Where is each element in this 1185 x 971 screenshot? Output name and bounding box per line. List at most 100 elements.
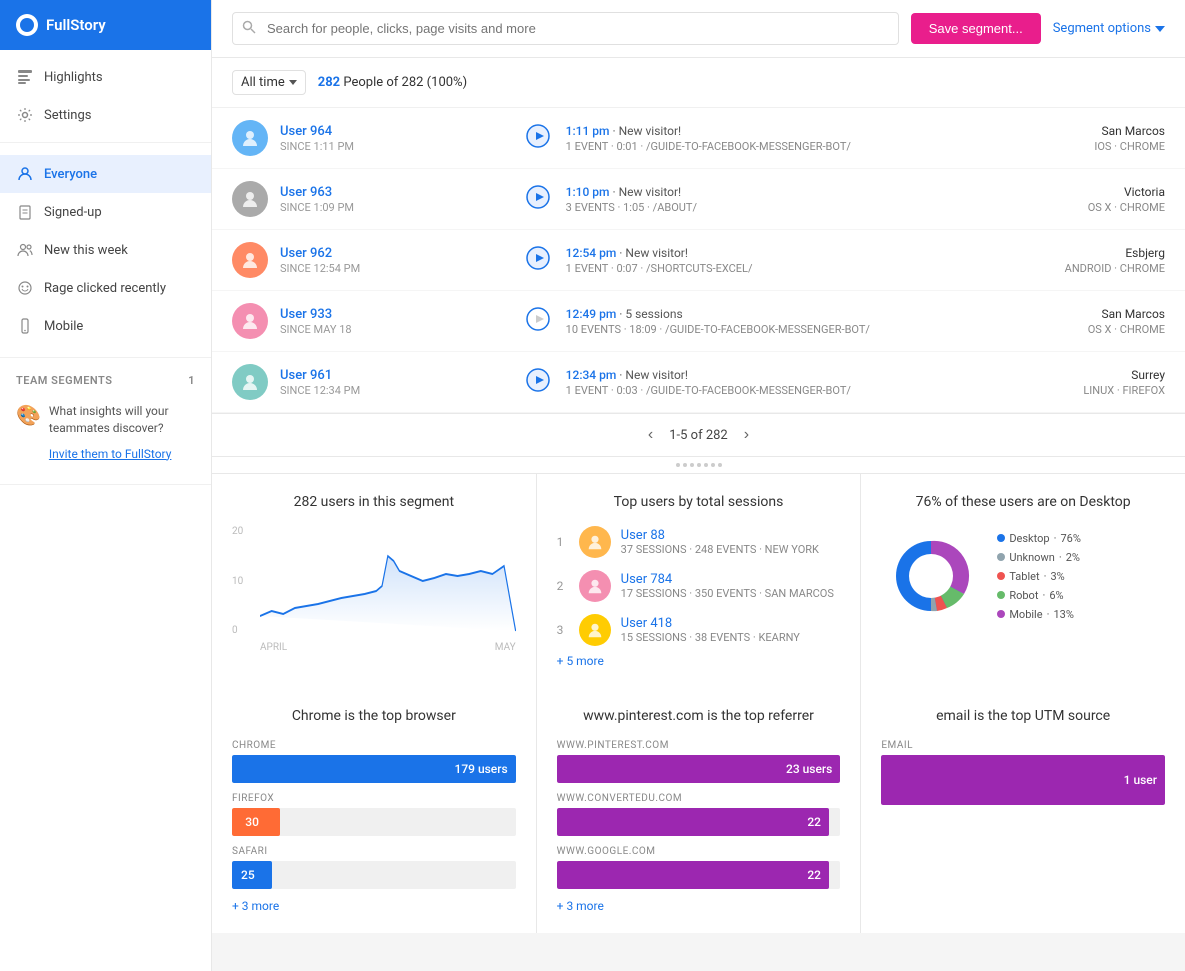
segment-options-button[interactable]: Segment options xyxy=(1053,21,1165,36)
browser-bar-firefox: FIREFOX 30 xyxy=(232,793,516,836)
content-area: All time 282 People of 282 (100%) User 9… xyxy=(212,58,1185,971)
sidebar-item-everyone[interactable]: Everyone xyxy=(0,155,211,193)
pie-chart-wrap: Desktop · 76% Unknown · 2% Tablet · 3% xyxy=(881,526,1165,626)
topbar: Save segment... Segment options xyxy=(212,0,1185,58)
user-session: 12:49 pm · 5 sessions 10 EVENTS · 18:09 … xyxy=(566,307,1025,336)
play-button[interactable] xyxy=(526,185,550,213)
browser-bar-chrome: CHROME 179 users xyxy=(232,740,516,783)
team-invite-block: 🎨 What insights will your teammates disc… xyxy=(0,393,211,472)
avatar xyxy=(232,303,268,339)
utm-title: email is the top UTM source xyxy=(881,708,1165,724)
table-row[interactable]: User 963 SINCE 1:09 PM 1:10 pm · New vis… xyxy=(212,169,1185,230)
settings-icon xyxy=(16,106,34,124)
table-row[interactable]: User 964 SINCE 1:11 PM 1:11 pm · New vis… xyxy=(212,108,1185,169)
top-users-card: Top users by total sessions 1 User 88 37… xyxy=(537,474,861,688)
prev-page-button[interactable]: ‹ xyxy=(648,426,653,444)
device-card: 76% of these users are on Desktop xyxy=(861,474,1185,688)
top-users-more[interactable]: + 5 more xyxy=(557,654,841,668)
referrer-bar-convertedu: WWW.CONVERTEDU.COM 22 xyxy=(557,793,841,836)
app-title: FullStory xyxy=(46,16,106,34)
list-item[interactable]: 1 User 88 37 SESSIONS · 248 EVENTS · NEW… xyxy=(557,526,841,558)
user-session: 1:11 pm · New visitor! 1 EVENT · 0:01 · … xyxy=(566,124,1025,153)
user-list: User 964 SINCE 1:11 PM 1:11 pm · New vis… xyxy=(212,108,1185,414)
analytics-row1: 282 users in this segment 20 10 0 xyxy=(212,474,1185,688)
top-users-title: Top users by total sessions xyxy=(557,494,841,510)
list-item[interactable]: 3 User 418 15 SESSIONS · 38 EVENTS · KEA… xyxy=(557,614,841,646)
time-filter[interactable]: All time xyxy=(232,70,306,95)
sidebar-segments-section: Everyone Signed-up New this week Rage cl… xyxy=(0,143,211,358)
browser-card: Chrome is the top browser CHROME 179 use… xyxy=(212,688,536,933)
mobile-label: Mobile xyxy=(44,319,83,334)
mobile-icon xyxy=(16,317,34,335)
user-session: 1:10 pm · New visitor! 3 EVENTS · 1:05 ·… xyxy=(566,185,1025,214)
play-button[interactable] xyxy=(526,246,550,274)
avatar xyxy=(232,181,268,217)
sidebar-settings-label: Settings xyxy=(44,108,91,123)
line-chart xyxy=(260,526,516,636)
search-input[interactable] xyxy=(232,12,899,45)
sidebar-item-rage-clicked[interactable]: Rage clicked recently xyxy=(0,269,211,307)
people-count: 282 People of 282 (100%) xyxy=(318,75,467,90)
rage-icon xyxy=(16,279,34,297)
everyone-label: Everyone xyxy=(44,167,97,182)
table-row[interactable]: User 962 SINCE 12:54 PM 12:54 pm · New v… xyxy=(212,230,1185,291)
list-item[interactable]: 2 User 784 17 SESSIONS · 350 EVENTS · SA… xyxy=(557,570,841,602)
sidebar-item-settings[interactable]: Settings xyxy=(0,96,211,134)
user-info: User 963 SINCE 1:09 PM xyxy=(280,185,510,214)
utm-card: email is the top UTM source EMAIL 1 user xyxy=(861,688,1185,933)
drag-handle[interactable] xyxy=(212,457,1185,474)
pie-legend: Desktop · 76% Unknown · 2% Tablet · 3% xyxy=(997,532,1081,621)
user-info: User 933 SINCE MAY 18 xyxy=(280,307,510,336)
team-invite-text: What insights will your teammates discov… xyxy=(49,403,195,437)
play-button[interactable] xyxy=(526,307,550,335)
sidebar-item-highlights[interactable]: Highlights xyxy=(0,58,211,96)
browser-title: Chrome is the top browser xyxy=(232,708,516,724)
signed-up-label: Signed-up xyxy=(44,205,102,220)
user-session: 12:34 pm · New visitor! 1 EVENT · 0:03 ·… xyxy=(566,368,1025,397)
play-button[interactable] xyxy=(526,124,550,152)
user-info: User 962 SINCE 12:54 PM xyxy=(280,246,510,275)
fullstory-logo xyxy=(16,14,38,36)
pagination: ‹ 1-5 of 282 › xyxy=(212,414,1185,457)
rage-clicked-label: Rage clicked recently xyxy=(44,281,166,296)
sidebar-header: FullStory xyxy=(0,0,211,50)
sidebar-item-signed-up[interactable]: Signed-up xyxy=(0,193,211,231)
sidebar-item-new-this-week[interactable]: New this week xyxy=(0,231,211,269)
team-segments-label: TEAM SEGMENTS xyxy=(16,374,112,387)
referrer-bar-google: WWW.GOOGLE.COM 22 xyxy=(557,846,841,889)
segment-count-title: 282 users in this segment xyxy=(232,494,516,510)
user-info: User 964 SINCE 1:11 PM xyxy=(280,124,510,153)
user-info: User 961 SINCE 12:34 PM xyxy=(280,368,510,397)
top-user-list: 1 User 88 37 SESSIONS · 248 EVENTS · NEW… xyxy=(557,526,841,646)
referrer-title: www.pinterest.com is the top referrer xyxy=(557,708,841,724)
browser-more[interactable]: + 3 more xyxy=(232,899,516,913)
play-button[interactable] xyxy=(526,368,550,396)
team-invite-link[interactable]: Invite them to FullStory xyxy=(49,447,172,461)
user-location: Esbjerg ANDROID · CHROME xyxy=(1025,246,1165,275)
avatar xyxy=(232,120,268,156)
table-row[interactable]: User 961 SINCE 12:34 PM 12:34 pm · New v… xyxy=(212,352,1185,413)
search-wrapper xyxy=(232,12,899,45)
highlights-icon xyxy=(16,68,34,86)
search-icon xyxy=(242,19,256,38)
utm-bar-email: EMAIL 1 user xyxy=(881,740,1165,805)
browser-bar-safari: SAFARI 25 xyxy=(232,846,516,889)
user-session: 12:54 pm · New visitor! 1 EVENT · 0:07 ·… xyxy=(566,246,1025,275)
segment-count-card: 282 users in this segment 20 10 0 xyxy=(212,474,536,688)
people-header: All time 282 People of 282 (100%) xyxy=(212,58,1185,108)
next-page-button[interactable]: › xyxy=(744,426,749,444)
user-location: San Marcos IOS · CHROME xyxy=(1025,124,1165,153)
table-row[interactable]: User 933 SINCE MAY 18 12:49 pm · 5 sessi… xyxy=(212,291,1185,352)
sidebar-item-mobile[interactable]: Mobile xyxy=(0,307,211,345)
device-title: 76% of these users are on Desktop xyxy=(881,494,1165,510)
referrer-more[interactable]: + 3 more xyxy=(557,899,841,913)
people-icon xyxy=(16,241,34,259)
clipboard-icon xyxy=(16,203,34,221)
person-icon xyxy=(16,165,34,183)
user-location: Victoria OS X · CHROME xyxy=(1025,185,1165,214)
avatar xyxy=(232,242,268,278)
referrer-bar-pinterest: WWW.PINTEREST.COM 23 users xyxy=(557,740,841,783)
drag-dots xyxy=(676,463,722,467)
save-segment-button[interactable]: Save segment... xyxy=(911,13,1041,44)
sidebar-nav: Highlights Settings xyxy=(0,50,211,143)
